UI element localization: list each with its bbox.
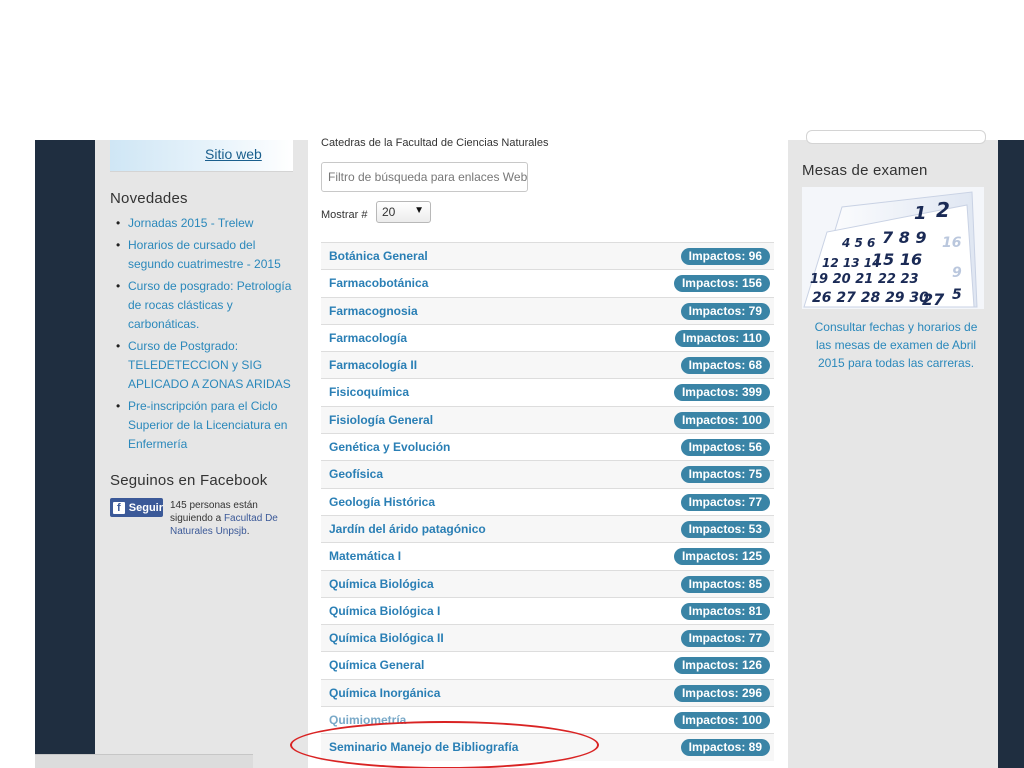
course-link[interactable]: Fisicoquímica [329, 385, 409, 399]
news-heading: Novedades [110, 190, 188, 207]
hits-badge: Impactos: 296 [673, 684, 770, 702]
course-link[interactable]: Fisiología General [329, 413, 433, 427]
screenshot-page: Sitio web Novedades Jornadas 2015 - Trel… [0, 0, 1024, 768]
table-row[interactable]: Química Biológica II Impactos: 77 [321, 624, 774, 652]
site-link[interactable]: Sitio web [205, 146, 262, 162]
calendar-image[interactable]: 1 2 4 5 6 7 8 9 12 13 14 15 16 19 20 21 … [802, 187, 984, 309]
hits-badge: Impactos: 156 [673, 275, 770, 293]
hits-badge: Impactos: 126 [673, 657, 770, 675]
course-link[interactable]: Química Inorgánica [329, 686, 440, 700]
svg-text:27: 27 [922, 290, 945, 309]
course-link[interactable]: Matemática I [329, 549, 401, 563]
show-count-value: 20 [382, 205, 396, 219]
course-link[interactable]: Geofísica [329, 467, 383, 481]
table-row[interactable]: Jardín del árido patagónico Impactos: 53 [321, 514, 774, 543]
news-item[interactable]: Horarios de cursado del segundo cuatrime… [114, 236, 294, 274]
table-row[interactable]: Geofísica Impactos: 75 [321, 460, 774, 488]
hits-badge: Impactos: 89 [680, 739, 770, 757]
facebook-heading: Seguinos en Facebook [110, 472, 268, 489]
table-row[interactable]: Química Inorgánica Impactos: 296 [321, 678, 774, 707]
table-row[interactable]: Química Biológica Impactos: 85 [321, 569, 774, 597]
table-row[interactable]: Química General Impactos: 126 [321, 651, 774, 679]
svg-text:16: 16 [942, 235, 962, 251]
hits-badge: Impactos: 56 [680, 439, 770, 457]
hits-badge: Impactos: 110 [674, 329, 770, 347]
site-banner[interactable] [110, 140, 293, 172]
news-item[interactable]: Pre-inscripción para el Ciclo Superior d… [114, 397, 294, 454]
hits-badge: Impactos: 75 [680, 466, 770, 484]
followers-period: . [246, 526, 250, 537]
svg-text:4 5 6: 4 5 6 [841, 236, 875, 250]
table-row[interactable]: Química Biológica I Impactos: 81 [321, 596, 774, 625]
filter-input[interactable]: Filtro de búsqueda para enlaces Web [321, 162, 528, 192]
course-link[interactable]: Farmacognosia [329, 304, 418, 318]
hits-badge: Impactos: 85 [680, 575, 770, 593]
svg-text:7 8 9: 7 8 9 [882, 228, 927, 247]
calendar-icon: 1 2 4 5 6 7 8 9 12 13 14 15 16 19 20 21 … [802, 187, 984, 309]
hits-badge: Impactos: 68 [680, 357, 770, 375]
facebook-follow-button[interactable]: f Seguir [110, 498, 163, 517]
svg-text:15 16: 15 16 [872, 250, 922, 269]
course-link[interactable]: Química Biológica I [329, 604, 440, 618]
hits-badge: Impactos: 399 [673, 384, 770, 402]
table-row[interactable]: Farmacognosia Impactos: 79 [321, 296, 774, 324]
course-link[interactable]: Jardín del árido patagónico [329, 522, 486, 536]
course-link[interactable]: Botánica General [329, 249, 428, 263]
course-link[interactable]: Genética y Evolución [329, 440, 450, 454]
hits-badge: Impactos: 100 [673, 411, 770, 429]
table-row[interactable]: Fisicoquímica Impactos: 399 [321, 378, 774, 406]
course-link[interactable]: Geología Histórica [329, 495, 435, 509]
facebook-icon: f [113, 501, 125, 514]
dropdown-arrow-icon: ▼ [414, 205, 424, 216]
hits-badge: Impactos: 77 [680, 630, 770, 648]
news-item[interactable]: Curso de posgrado: Petrología de rocas c… [114, 277, 294, 334]
exams-link[interactable]: Consultar fechas y horarios de las mesas… [806, 318, 986, 372]
svg-text:2: 2 [936, 198, 950, 222]
course-link[interactable]: Química Biológica [329, 577, 434, 591]
bottom-bar [35, 754, 253, 768]
table-row[interactable]: Botánica General Impactos: 96 [321, 242, 774, 270]
show-count-select[interactable]: 20 ▼ [376, 201, 431, 223]
hits-badge: Impactos: 77 [680, 493, 770, 511]
news-list: Jornadas 2015 - Trelew Horarios de cursa… [114, 214, 294, 457]
show-label: Mostrar # [321, 209, 368, 221]
highlight-ellipse [290, 721, 599, 768]
section-title: Catedras de la Facultad de Ciencias Natu… [321, 137, 549, 149]
course-link[interactable]: Farmacología [329, 331, 407, 345]
svg-text:5: 5 [952, 287, 962, 303]
news-item[interactable]: Jornadas 2015 - Trelew [114, 214, 294, 233]
hits-badge: Impactos: 79 [680, 302, 770, 320]
svg-text:9: 9 [952, 265, 962, 281]
table-row[interactable]: Fisiología General Impactos: 100 [321, 405, 774, 434]
news-item[interactable]: Curso de Postgrado: TELEDETECCION y SIG … [114, 337, 294, 394]
course-link[interactable]: Farmacología II [329, 358, 417, 372]
hits-badge: Impactos: 81 [680, 602, 770, 620]
course-link[interactable]: Farmacobotánica [329, 276, 428, 290]
table-row[interactable]: Matemática I Impactos: 125 [321, 542, 774, 570]
exams-heading: Mesas de examen [802, 162, 928, 179]
hits-badge: Impactos: 53 [680, 520, 770, 538]
svg-text:19 20 21 22 23: 19 20 21 22 23 [810, 272, 919, 287]
hits-badge: Impactos: 125 [673, 548, 770, 566]
table-row[interactable]: Geología Histórica Impactos: 77 [321, 487, 774, 515]
svg-text:26 27 28 29 30: 26 27 28 29 30 [812, 290, 929, 306]
hits-badge: Impactos: 100 [673, 712, 770, 730]
search-box[interactable] [806, 130, 986, 144]
table-row[interactable]: Farmacología Impactos: 110 [321, 323, 774, 352]
hits-badge: Impactos: 96 [680, 248, 770, 265]
course-link[interactable]: Química General [329, 658, 424, 672]
links-list: Botánica General Impactos: 96 Farmacobotán… [321, 242, 774, 761]
svg-text:1: 1 [914, 203, 927, 224]
table-row[interactable]: Farmacología II Impactos: 68 [321, 351, 774, 379]
facebook-followers-text: 145 personas están siguiendo a Facultad … [170, 499, 290, 538]
table-row[interactable]: Genética y Evolución Impactos: 56 [321, 433, 774, 461]
course-link[interactable]: Química Biológica II [329, 631, 444, 645]
follow-label: Seguir [128, 501, 163, 514]
table-row[interactable]: Farmacobotánica Impactos: 156 [321, 269, 774, 297]
